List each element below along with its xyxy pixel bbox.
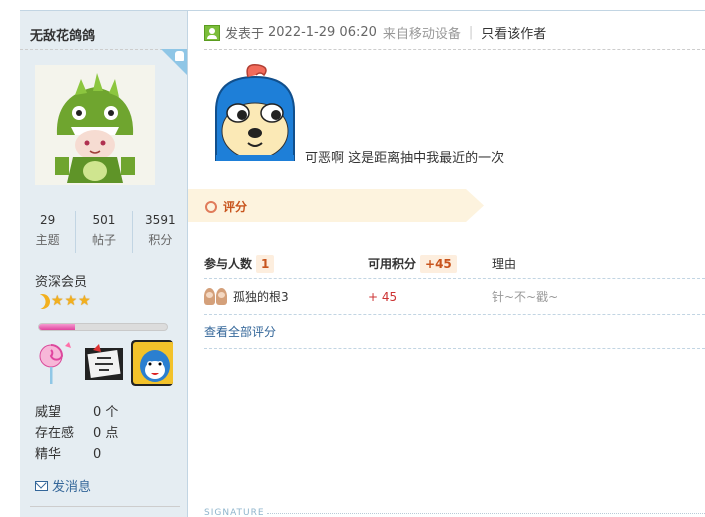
level-icons: ★ ★ ★ (35, 294, 91, 309)
author-sidebar: 无敌花鸽鸽 29 主题 501 帖子 3591 积分 资深会员 ★ ★ ★ 威望… (20, 10, 188, 517)
info-value: 0 个 (93, 405, 119, 420)
rating-circle-icon (205, 200, 217, 213)
online-user-icon (204, 24, 220, 41)
user-rank[interactable]: 资深会员 (35, 271, 87, 290)
only-author-link[interactable]: 只看该作者 (481, 23, 546, 42)
info-key: 精华 (35, 447, 62, 462)
envelope-icon (35, 480, 48, 491)
medal-list (35, 340, 173, 386)
mascot-sticker-image (208, 63, 302, 162)
author-info: 威望 0 个 存在感 0 点 精华 0 (35, 402, 118, 465)
stat-label: 积分 (148, 233, 173, 247)
send-message-label: 发消息 (52, 480, 92, 495)
rater-avatar (204, 288, 228, 305)
stat-value: 501 (92, 213, 116, 227)
signature-label: SIGNATURE (204, 508, 265, 517)
view-all-label: 查看全部评分 (204, 325, 277, 339)
rater-points: + 45 (368, 289, 398, 304)
star-icon: ★ (78, 293, 91, 309)
post-meta: 发表于 2022-1-29 06:20 来自移动设备 | 只看该作者 (204, 23, 546, 42)
rater-name: 孤独的根3 (233, 290, 289, 304)
rater[interactable]: 孤独的根3 (204, 288, 368, 305)
moon-icon (32, 291, 52, 311)
divider (30, 506, 180, 507)
signature-divider: SIGNATURE (204, 508, 705, 517)
stat-label: 主题 (35, 233, 60, 247)
participants-label: 参与人数 (204, 257, 253, 271)
rating-banner: 评分 (188, 189, 484, 222)
post-source: 来自移动设备 (382, 27, 461, 42)
author-username[interactable]: 无敌花鸽鸽 (30, 25, 95, 44)
rating-title[interactable]: 评分 (205, 198, 247, 215)
post-body-text: 可恶啊 这是距离抽中我最近的一次 (305, 151, 505, 166)
stat-posts[interactable]: 501 帖子 (76, 211, 133, 253)
author-stats: 29 主题 501 帖子 3591 积分 (20, 211, 188, 253)
android-icon (175, 51, 184, 61)
info-key: 威望 (35, 405, 62, 420)
points-total: +45 (420, 254, 457, 273)
rater-reason: 针~不~戳~ (492, 290, 559, 304)
points-header: 可用积分 +45 (368, 254, 492, 273)
rating-header: 参与人数 1 可用积分 +45 理由 (204, 249, 705, 279)
dotted-line (266, 512, 705, 514)
level-progress-fill (39, 324, 75, 330)
separator: | (468, 25, 474, 40)
info-value: 0 点 (93, 426, 119, 441)
stat-credits[interactable]: 3591 积分 (133, 211, 188, 253)
send-message-link[interactable]: 发消息 (35, 476, 91, 495)
info-value: 0 (93, 447, 102, 462)
info-presence: 存在感 0 点 (35, 423, 118, 444)
forum-post: 无敌花鸽鸽 29 主题 501 帖子 3591 积分 资深会员 ★ ★ ★ 威望… (0, 0, 705, 517)
avatar[interactable] (35, 65, 155, 185)
info-prestige: 威望 0 个 (35, 402, 118, 423)
star-icon: ★ (64, 293, 78, 309)
star-icon: ★ (51, 293, 64, 309)
lollipop-medal-icon[interactable] (35, 340, 77, 386)
rating-title-text: 评分 (223, 200, 248, 214)
level-progress-bar (38, 323, 168, 331)
reason-header: 理由 (492, 257, 517, 271)
info-key: 存在感 (35, 426, 75, 441)
participants-count: 1 (256, 254, 275, 273)
divider (204, 49, 705, 50)
posted-prefix: 发表于 (225, 27, 265, 42)
post-date: 2022-1-29 06:20 (268, 25, 377, 40)
mahjong-medal-icon[interactable] (83, 340, 125, 386)
stat-label: 帖子 (91, 233, 116, 247)
rating-row: 孤独的根3 + 45 针~不~戳~ (204, 279, 705, 315)
post-content: 发表于 2022-1-29 06:20 来自移动设备 | 只看该作者 可恶啊 这… (188, 10, 705, 517)
stat-threads[interactable]: 29 主题 (20, 211, 77, 253)
rating-table: 参与人数 1 可用积分 +45 理由 孤独的根3 + 45 针~不~戳~ 查看全… (204, 249, 705, 349)
points-label: 可用积分 (368, 257, 417, 271)
info-digest: 精华 0 (35, 444, 118, 465)
stat-value: 29 (40, 213, 56, 227)
mascot-medal-icon[interactable] (131, 340, 173, 386)
view-all-ratings-link[interactable]: 查看全部评分 (204, 315, 705, 349)
stat-value: 3591 (145, 213, 176, 227)
participants-header: 参与人数 1 (204, 254, 368, 273)
